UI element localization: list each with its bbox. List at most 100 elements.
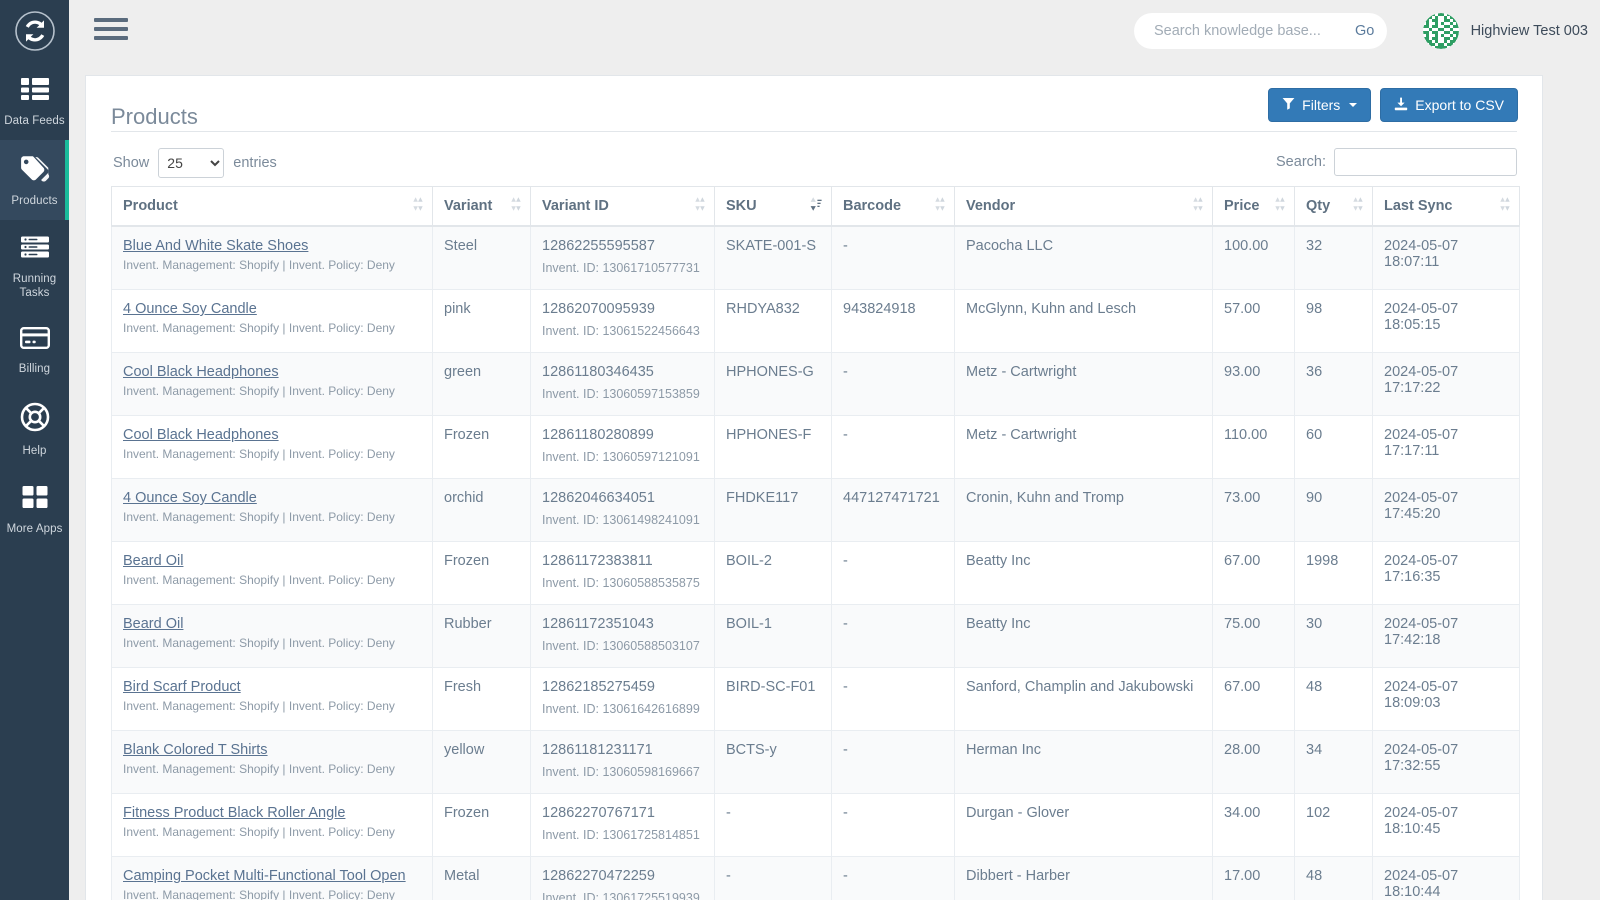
credit-card-icon xyxy=(19,326,50,355)
cell-qty: 90 xyxy=(1294,478,1373,542)
variant-id-value: 12861180346435 xyxy=(542,364,654,380)
column-header-variant[interactable]: Variant xyxy=(432,186,531,227)
cell-vendor: Dibbert - Harber xyxy=(954,856,1213,900)
account-menu[interactable]: Highview Test 003 xyxy=(1422,13,1588,49)
search-go-button[interactable]: Go xyxy=(1347,23,1396,39)
cell-vendor: Herman Inc xyxy=(954,730,1213,794)
cell-vendor: Metz - Cartwright xyxy=(954,352,1213,416)
lifebuoy-icon xyxy=(20,402,50,437)
inventory-id-value: Invent. ID: 13061710577731 xyxy=(542,261,700,275)
column-header-barcode[interactable]: Barcode xyxy=(831,186,955,227)
cell-variant-id: 12861180346435 Invent. ID: 13060597153859 xyxy=(530,352,715,416)
cell-sku: HPHONES-F xyxy=(714,415,832,479)
cell-product: Cool Black Headphones Invent. Management:… xyxy=(111,352,433,416)
table-row[interactable]: Fitness Product Black Roller Angle Invent… xyxy=(111,793,1520,857)
knowledge-base-search[interactable]: Go xyxy=(1134,13,1387,49)
sidebar-item-billing[interactable]: Billing xyxy=(0,312,69,388)
column-header-last_sync[interactable]: Last Sync xyxy=(1372,186,1520,227)
cell-sku: BIRD-SC-F01 xyxy=(714,667,832,731)
column-header-label: Vendor xyxy=(966,198,1016,214)
product-link[interactable]: Blue And White Skate Shoes xyxy=(123,238,308,254)
cell-last-sync: 2024-05-07 17:32:55 xyxy=(1372,730,1520,794)
inventory-id-value: Invent. ID: 13061498241091 xyxy=(542,513,700,527)
cell-barcode: - xyxy=(831,856,955,900)
sidebar-item-more-apps[interactable]: More Apps xyxy=(0,470,69,548)
sidebar-item-products[interactable]: Products xyxy=(0,140,69,220)
sidebar-item-running-tasks[interactable]: Running Tasks xyxy=(0,220,69,312)
product-link[interactable]: 4 Ounce Soy Candle xyxy=(123,301,257,317)
column-header-qty[interactable]: Qty xyxy=(1294,186,1373,227)
cell-last-sync: 2024-05-07 18:09:03 xyxy=(1372,667,1520,731)
table-row[interactable]: Cool Black Headphones Invent. Management:… xyxy=(111,352,1520,416)
table-row[interactable]: 4 Ounce Soy Candle Invent. Management: Sh… xyxy=(111,289,1520,353)
column-header-vendor[interactable]: Vendor xyxy=(954,186,1213,227)
table-row[interactable]: 4 Ounce Soy Candle Invent. Management: Sh… xyxy=(111,478,1520,542)
cell-variant: Fresh xyxy=(432,667,531,731)
cell-last-sync: 2024-05-07 17:42:18 xyxy=(1372,604,1520,668)
product-link[interactable]: Beard Oil xyxy=(123,553,183,569)
cell-variant-id: 12861172383811 Invent. ID: 13060588535875 xyxy=(530,541,715,605)
product-link[interactable]: Cool Black Headphones xyxy=(123,427,279,443)
variant-id-value: 12861172383811 xyxy=(542,553,653,569)
inventory-id-value: Invent. ID: 13060597121091 xyxy=(542,450,700,464)
cell-price: 100.00 xyxy=(1212,225,1295,290)
cell-barcode: - xyxy=(831,415,955,479)
cell-last-sync: 2024-05-07 18:10:44 xyxy=(1372,856,1520,900)
cell-price: 57.00 xyxy=(1212,289,1295,353)
page-length-select[interactable]: 10 25 50 100 xyxy=(158,148,225,178)
cell-qty: 32 xyxy=(1294,225,1373,290)
inventory-id-value: Invent. ID: 13060588503107 xyxy=(542,639,700,653)
sidebar-item-data-feeds[interactable]: Data Feeds xyxy=(0,62,69,140)
table-row[interactable]: Beard Oil Invent. Management: Shopify | I… xyxy=(111,541,1520,605)
hamburger-icon[interactable] xyxy=(94,18,128,44)
cell-variant: yellow xyxy=(432,730,531,794)
variant-id-value: 12862046634051 xyxy=(542,490,655,506)
table-search-input[interactable] xyxy=(1334,148,1517,176)
column-header-label: Price xyxy=(1224,198,1260,214)
product-link[interactable]: Camping Pocket Multi-Functional Tool Ope… xyxy=(123,868,406,884)
column-header-variant_id[interactable]: Variant ID xyxy=(530,186,715,227)
product-link[interactable]: Beard Oil xyxy=(123,616,183,632)
cell-qty: 34 xyxy=(1294,730,1373,794)
table-row[interactable]: Cool Black Headphones Invent. Management:… xyxy=(111,415,1520,479)
identicon-avatar xyxy=(1422,13,1459,49)
sidebar-item-label: Billing xyxy=(18,363,51,375)
cell-last-sync: 2024-05-07 17:45:20 xyxy=(1372,478,1520,542)
column-header-product[interactable]: Product xyxy=(111,186,433,227)
sort-none-icon xyxy=(1500,197,1510,216)
cell-barcode: 943824918 xyxy=(831,289,955,353)
product-link[interactable]: 4 Ounce Soy Candle xyxy=(123,490,257,506)
cell-sku: BOIL-2 xyxy=(714,541,832,605)
table-head: Product Variant Variant ID SKU Barcode Vendor… xyxy=(111,186,1520,227)
table-row[interactable]: Camping Pocket Multi-Functional Tool Ope… xyxy=(111,856,1520,900)
cell-price: 110.00 xyxy=(1212,415,1295,479)
table-row[interactable]: Blank Colored T Shirts Invent. Management… xyxy=(111,730,1520,794)
table-row[interactable]: Blue And White Skate Shoes Invent. Manage… xyxy=(111,225,1520,290)
cell-variant-id: 12862070095939 Invent. ID: 13061522456643 xyxy=(530,289,715,353)
product-link[interactable]: Fitness Product Black Roller Angle xyxy=(123,805,345,821)
cell-vendor: Beatty Inc xyxy=(954,604,1213,668)
product-meta: Invent. Management: Shopify | Invent. Po… xyxy=(123,699,395,713)
cell-product: Fitness Product Black Roller Angle Invent… xyxy=(111,793,433,857)
entries-label: entries xyxy=(233,155,277,171)
cell-vendor: Metz - Cartwright xyxy=(954,415,1213,479)
search-input[interactable] xyxy=(1134,23,1347,39)
product-link[interactable]: Blank Colored T Shirts xyxy=(123,742,268,758)
sidebar-item-help[interactable]: Help xyxy=(0,388,69,470)
sort-none-icon xyxy=(1275,197,1285,216)
column-header-sku[interactable]: SKU xyxy=(714,186,832,227)
column-header-label: Variant ID xyxy=(542,198,609,214)
cell-price: 28.00 xyxy=(1212,730,1295,794)
cell-product: Beard Oil Invent. Management: Shopify | I… xyxy=(111,541,433,605)
filters-button[interactable]: Filters xyxy=(1268,88,1372,122)
product-link[interactable]: Bird Scarf Product xyxy=(123,679,241,695)
inventory-id-value: Invent. ID: 13061642616899 xyxy=(542,702,700,716)
cell-variant-id: 12862185275459 Invent. ID: 13061642616899 xyxy=(530,667,715,731)
product-link[interactable]: Cool Black Headphones xyxy=(123,364,279,380)
table-row[interactable]: Beard Oil Invent. Management: Shopify | I… xyxy=(111,604,1520,668)
brand-logo[interactable] xyxy=(0,0,69,62)
column-header-price[interactable]: Price xyxy=(1212,186,1295,227)
table-row[interactable]: Bird Scarf Product Invent. Management: Sh… xyxy=(111,667,1520,731)
export-csv-button[interactable]: Export to CSV xyxy=(1380,88,1518,122)
cell-last-sync: 2024-05-07 18:07:11 xyxy=(1372,225,1520,290)
